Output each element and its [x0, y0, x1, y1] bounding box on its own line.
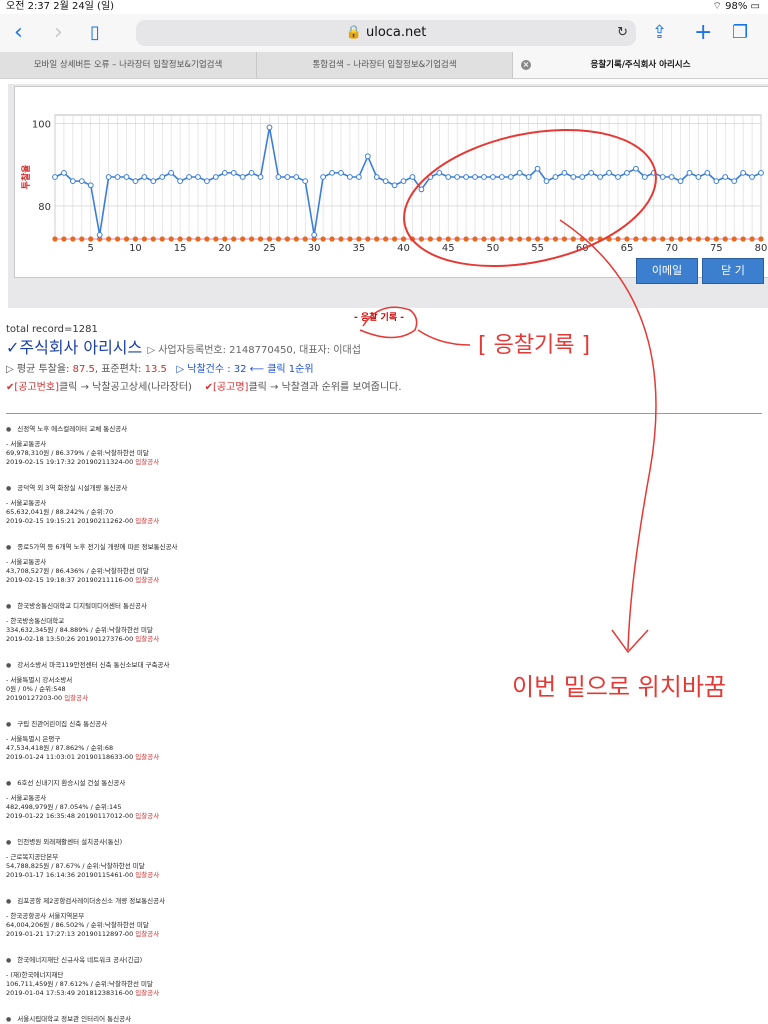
annotation-loop	[359, 306, 418, 339]
annotation-arrow	[559, 219, 657, 651]
annotation-pointer	[417, 329, 471, 346]
annotation-text-2: 이번 밑으로 위치바꿈	[512, 673, 726, 701]
annotation-text-1: [ 응찰기록 ]	[478, 333, 590, 358]
handwritten-annotation: [ 응찰기록 ] 이번 밑으로 위치바꿈	[359, 128, 726, 701]
annotation-arrowhead	[611, 629, 649, 654]
annotation-circle	[403, 128, 657, 268]
